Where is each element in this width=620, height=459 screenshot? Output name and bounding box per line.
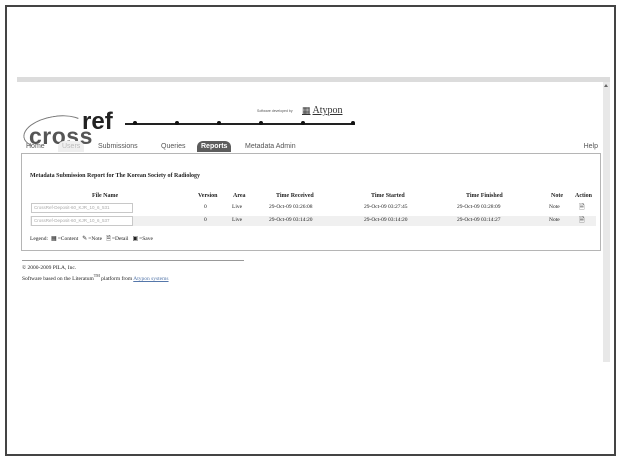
line-dot (259, 121, 263, 125)
note-icon: ✎ (82, 235, 88, 242)
time-received-cell: 29-Oct-09 03:14:20 (269, 217, 313, 223)
line-dot (351, 121, 355, 125)
legend-note-text: =Note (88, 236, 103, 242)
atypon-logo-link[interactable]: ▦ Atypon (302, 105, 343, 116)
vertical-scrollbar[interactable] (603, 82, 610, 362)
developed-by-text: Software developed by (257, 109, 293, 113)
tab-submissions[interactable]: Submissions (94, 141, 142, 152)
line-dot (175, 121, 179, 125)
software-credit: Software based on the LiteratumTM platfo… (22, 273, 169, 282)
help-link[interactable]: Help (584, 141, 598, 152)
save-icon: ▣ (132, 235, 139, 242)
area-cell: Live (232, 217, 243, 223)
col-time-started: Time Started (371, 193, 405, 199)
detail-icon: 🗎 (106, 235, 111, 242)
header-dotted-line (125, 121, 355, 125)
file-name-field[interactable]: CrossRef-Deposit-60_KJR_10_6_531 (31, 203, 133, 213)
tab-users[interactable]: Users (58, 141, 85, 152)
note-cell: Note (549, 204, 560, 210)
time-received-cell: 29-Oct-09 03:26:08 (269, 204, 313, 210)
tab-queries[interactable]: Queries (157, 141, 190, 152)
legend: Legend: ▦=Content ✎=Note 🗎=Detail ▣=Save (30, 234, 153, 244)
time-started-cell: 29-Oct-09 03:14:20 (364, 217, 408, 223)
scroll-up-arrow-icon[interactable] (604, 84, 608, 87)
footer-divider (22, 260, 244, 261)
tab-metadata-admin[interactable]: Metadata Admin (241, 141, 300, 152)
atypon-text: Atypon (312, 105, 343, 116)
col-note: Note (551, 193, 563, 199)
main-nav: Home Users Submissions Queries Reports M… (22, 141, 598, 153)
atypon-mark-icon: ▦ (302, 105, 311, 115)
col-time-received: Time Received (276, 193, 314, 199)
line-dot (217, 121, 221, 125)
col-time-finished: Time Finished (466, 193, 503, 199)
legend-label: Legend: (30, 236, 49, 242)
table-row: CrossRef-Deposit-60_KJR_10_6_537 0 Live … (30, 216, 596, 226)
col-version: Version (198, 193, 218, 199)
detail-icon[interactable]: 🗎 (579, 203, 585, 214)
col-file-name: File Name (92, 193, 119, 199)
page-content: cross ref Software developed by ▦ Atypon … (17, 82, 603, 362)
line-dot (301, 121, 305, 125)
col-action: Action (575, 193, 592, 199)
atypon-systems-link[interactable]: Atypon systems (133, 276, 168, 282)
note-cell: Note (549, 217, 560, 223)
content-icon: ▦ (51, 235, 57, 242)
table-row: CrossRef-Deposit-60_KJR_10_6_531 0 Live … (30, 203, 596, 213)
software-mid: platform from (99, 275, 134, 282)
logo-ref-text: ref (82, 108, 113, 135)
report-panel: Metadata Submission Report for The Korea… (21, 153, 601, 251)
line-dot (133, 121, 137, 125)
tab-reports[interactable]: Reports (197, 141, 232, 152)
version-cell: 0 (204, 217, 207, 223)
report-title: Metadata Submission Report for The Korea… (30, 173, 201, 179)
software-prefix: Software based on the Literatum (22, 275, 94, 282)
file-name-field[interactable]: CrossRef-Deposit-60_KJR_10_6_537 (31, 216, 133, 226)
legend-detail-text: =Detail (111, 236, 129, 242)
detail-icon[interactable]: 🗎 (579, 216, 585, 227)
time-finished-cell: 29-Oct-09 03:28:09 (457, 204, 501, 210)
area-cell: Live (232, 204, 243, 210)
time-started-cell: 29-Oct-09 03:27:45 (364, 204, 408, 210)
version-cell: 0 (204, 204, 207, 210)
time-finished-cell: 29-Oct-09 03:14:27 (457, 217, 501, 223)
legend-content-text: =Content (57, 236, 79, 242)
copyright-text: © 2000-2009 PILA, Inc. (22, 265, 77, 271)
legend-save-text: =Save (139, 236, 153, 242)
tab-home[interactable]: Home (22, 141, 49, 152)
col-area: Area (233, 193, 246, 199)
